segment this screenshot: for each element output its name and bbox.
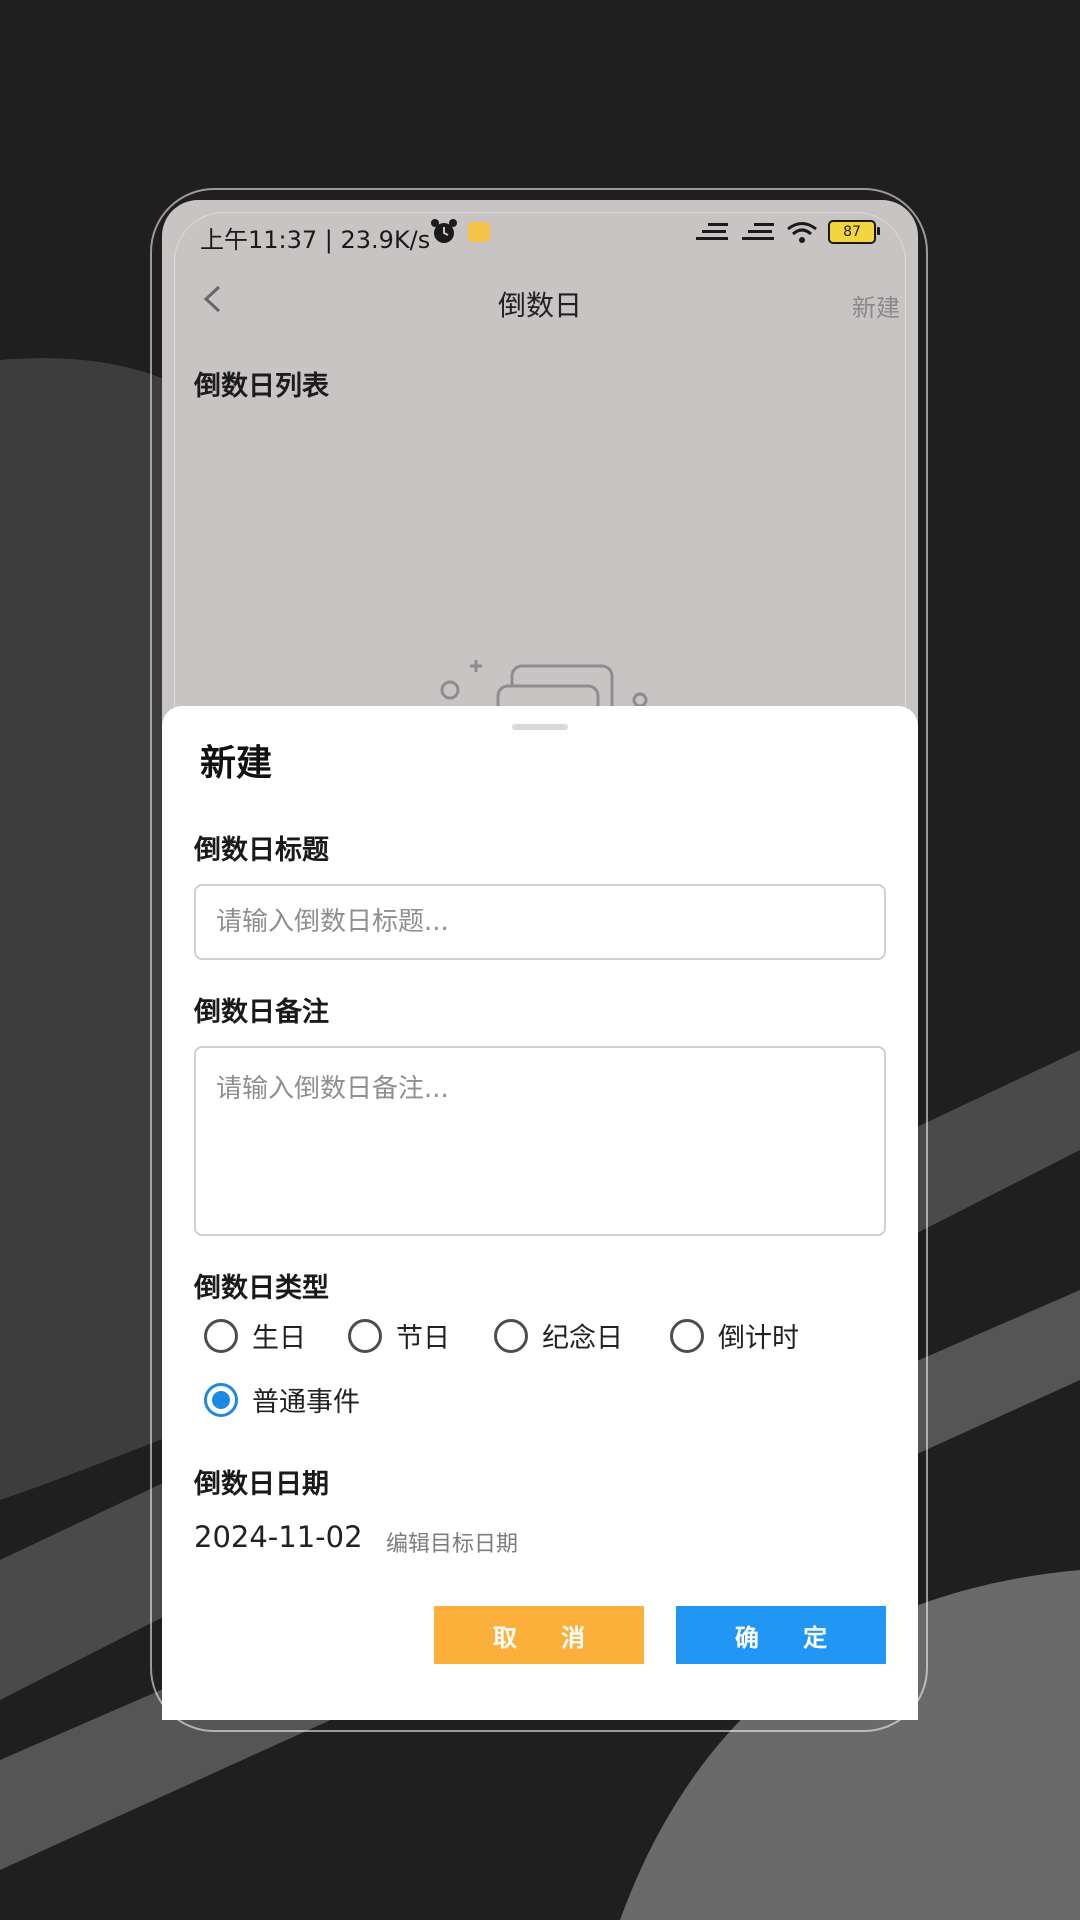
phone-screen: 上午11:37 | 23.9K/s 87 倒数日 新建 倒数日列表 新建 倒数日…: [162, 200, 918, 1720]
page-title: 倒数日: [497, 289, 582, 322]
radio-circle-checked: [204, 1382, 238, 1417]
list-heading: 倒数日列表: [194, 371, 329, 402]
radio-label: 节日: [396, 1323, 450, 1354]
notification-icon: [468, 222, 490, 242]
radio-label: 倒计时: [718, 1323, 799, 1354]
cancel-button[interactable]: 取 消: [434, 1606, 644, 1664]
radio-holiday[interactable]: 节日: [348, 1316, 450, 1355]
type-radio-group: 生日 节日 纪念日 倒计时 普通事件: [204, 1316, 884, 1446]
sheet-title: 新建: [200, 743, 273, 784]
radio-circle: [348, 1318, 382, 1353]
signal-icon-2: [742, 223, 774, 240]
title-field-label: 倒数日标题: [194, 835, 329, 866]
confirm-button[interactable]: 确 定: [676, 1606, 886, 1664]
radio-label: 生日: [252, 1323, 306, 1354]
radio-label: 普通事件: [252, 1387, 360, 1418]
battery-icon: 87: [828, 220, 880, 244]
new-button[interactable]: 新建: [852, 288, 900, 323]
note-input[interactable]: [194, 1046, 886, 1236]
status-time: 上午11:37 | 23.9K/s: [200, 226, 431, 254]
date-value: 2024-11-02: [194, 1520, 363, 1554]
type-field-label: 倒数日类型: [194, 1273, 329, 1304]
edit-date-link[interactable]: 编辑目标日期: [386, 1526, 518, 1558]
radio-anniversary[interactable]: 纪念日: [494, 1316, 623, 1355]
status-bar: 上午11:37 | 23.9K/s 87: [162, 200, 918, 262]
drag-handle[interactable]: [512, 724, 568, 730]
note-field-label: 倒数日备注: [194, 997, 329, 1028]
signal-icon: [696, 223, 728, 240]
radio-countdown[interactable]: 倒计时: [670, 1316, 799, 1355]
radio-circle: [494, 1318, 528, 1353]
radio-normal-event[interactable]: 普通事件: [204, 1380, 360, 1419]
radio-label: 纪念日: [542, 1323, 623, 1354]
title-input[interactable]: [194, 884, 886, 960]
new-countdown-sheet: 新建 倒数日标题 倒数日备注 倒数日类型 生日 节日 纪念日 倒计时: [162, 706, 918, 1720]
app-bar: 倒数日 新建: [162, 270, 918, 330]
radio-birthday[interactable]: 生日: [204, 1316, 306, 1355]
radio-circle: [670, 1318, 704, 1353]
wifi-icon: [787, 222, 817, 243]
status-icons: 87: [694, 220, 880, 244]
radio-circle: [204, 1318, 238, 1353]
alarm-icon: [430, 218, 458, 252]
date-field-label: 倒数日日期: [194, 1469, 329, 1500]
